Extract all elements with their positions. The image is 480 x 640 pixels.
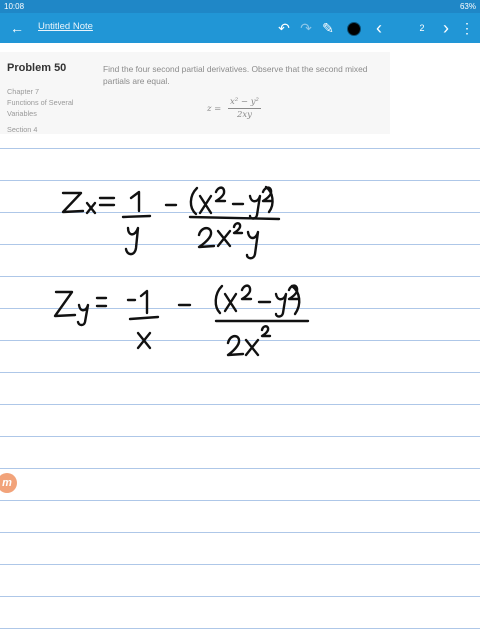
handwriting-layer	[53, 185, 310, 357]
ink-zx-expression	[61, 185, 281, 260]
ink-zy-expression	[53, 284, 310, 357]
